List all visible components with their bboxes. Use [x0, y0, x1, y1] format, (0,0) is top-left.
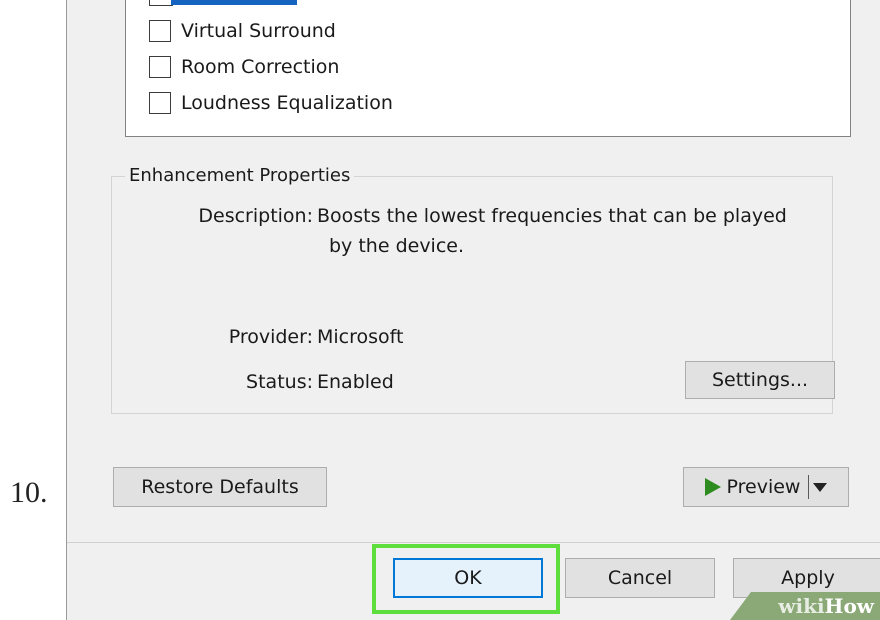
description-label: Description: — [198, 205, 313, 227]
chevron-down-icon[interactable] — [813, 482, 828, 492]
step-number: 10. — [10, 476, 48, 509]
description-line2: by the device. — [329, 235, 465, 257]
partial-checkbox[interactable] — [149, 0, 173, 6]
description-line1: Boosts the lowest frequencies that can b… — [317, 205, 787, 227]
enhancement-item-loudness-equalization[interactable]: Loudness Equalization — [149, 92, 393, 114]
ok-button[interactable]: OK — [393, 558, 543, 598]
selected-item-highlight — [171, 0, 297, 5]
sound-properties-dialog: Virtual Surround Room Correction Loudnes… — [66, 0, 880, 620]
restore-defaults-button[interactable]: Restore Defaults — [113, 467, 327, 507]
group-title: Enhancement Properties — [125, 165, 355, 186]
checkbox[interactable] — [149, 56, 171, 78]
watermark-part2: How — [824, 594, 874, 618]
enhancement-label: Virtual Surround — [181, 20, 336, 42]
provider-value: Microsoft — [317, 326, 404, 348]
dropdown-separator — [808, 475, 810, 499]
cancel-button[interactable]: Cancel — [565, 558, 715, 598]
enhancement-label: Room Correction — [181, 56, 340, 78]
preview-label: Preview — [726, 476, 801, 498]
footer-divider — [67, 542, 880, 543]
checkbox[interactable] — [149, 92, 171, 114]
watermark-part1: wiki — [778, 594, 825, 618]
provider-label: Provider: — [228, 326, 313, 348]
enhancement-item-room-correction[interactable]: Room Correction — [149, 56, 339, 78]
preview-button[interactable]: Preview — [683, 467, 849, 507]
status-label: Status: — [246, 371, 313, 393]
play-icon — [704, 478, 721, 496]
wikihow-watermark: wiki How — [730, 592, 880, 620]
enhancement-item-virtual-surround[interactable]: Virtual Surround — [149, 20, 336, 42]
checkbox[interactable] — [149, 20, 171, 42]
status-value: Enabled — [317, 371, 394, 393]
settings-button[interactable]: Settings... — [685, 361, 835, 399]
enhancement-label: Loudness Equalization — [181, 92, 393, 114]
